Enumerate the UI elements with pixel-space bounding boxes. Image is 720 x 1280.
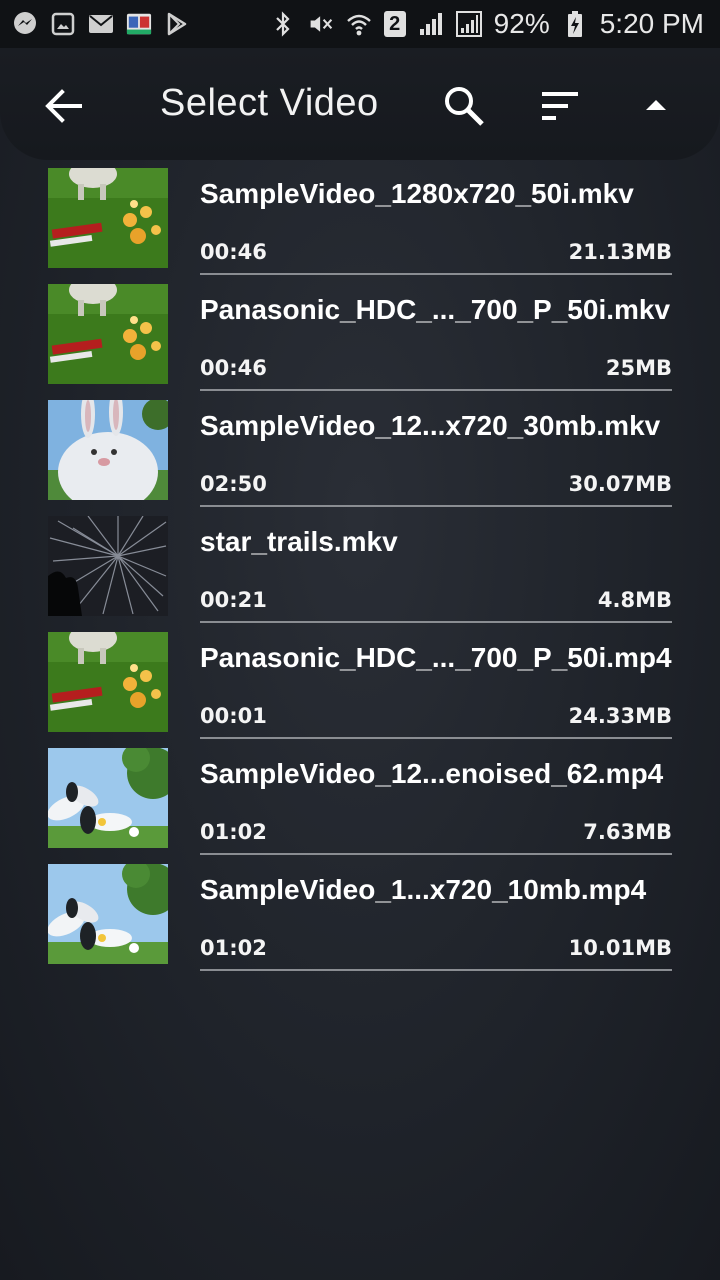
battery-percent: 92% bbox=[493, 8, 550, 39]
video-item[interactable]: SampleVideo_12...x720_30mb.mkv 02:50 30.… bbox=[0, 396, 720, 512]
video-item[interactable]: Panasonic_HDC_..._700_P_50i.mp4 00:01 24… bbox=[0, 628, 720, 744]
video-duration: 02:50 bbox=[200, 472, 267, 496]
video-thumbnail bbox=[48, 284, 168, 384]
mute-icon bbox=[308, 11, 334, 37]
status-bar: 2 92% 5:20 PM bbox=[0, 0, 720, 48]
video-duration: 01:02 bbox=[200, 936, 267, 960]
messenger-icon bbox=[12, 11, 38, 37]
collapse-icon bbox=[646, 100, 666, 110]
video-thumbnail bbox=[48, 864, 168, 964]
video-name: SampleVideo_12...x720_30mb.mkv bbox=[200, 410, 661, 441]
search-icon bbox=[445, 87, 484, 126]
back-arrow-icon bbox=[45, 89, 82, 123]
sim-number: 2 bbox=[389, 12, 401, 35]
play-store-icon bbox=[164, 11, 190, 37]
clock: 5:20 PM bbox=[599, 8, 704, 39]
video-size: 24.33MB bbox=[568, 704, 672, 728]
divider bbox=[200, 505, 672, 507]
search-button[interactable] bbox=[440, 82, 488, 130]
battery-charging-icon bbox=[562, 11, 588, 37]
video-name: Panasonic_HDC_..._700_P_50i.mp4 bbox=[200, 642, 672, 673]
page-title: Select Video bbox=[160, 82, 379, 124]
divider bbox=[200, 737, 672, 739]
system-icons: 2 92% 5:20 PM bbox=[270, 8, 704, 40]
video-size: 4.8MB bbox=[597, 588, 672, 612]
video-item[interactable]: star_trails.mkv 00:21 4.8MB bbox=[0, 512, 720, 628]
divider bbox=[200, 853, 672, 855]
gallery-icon bbox=[50, 11, 76, 37]
video-name: Panasonic_HDC_..._700_P_50i.mkv bbox=[200, 294, 671, 325]
divider bbox=[200, 621, 672, 623]
video-item[interactable]: SampleVideo_12...enoised_62.mp4 01:02 7.… bbox=[0, 744, 720, 860]
email-icon bbox=[88, 11, 114, 37]
calendar-app-icon bbox=[126, 11, 152, 37]
sim-icon: 2 bbox=[383, 11, 406, 37]
video-thumbnail bbox=[48, 400, 168, 500]
bluetooth-icon bbox=[270, 11, 296, 37]
wifi-icon bbox=[346, 11, 372, 37]
video-size: 21.13MB bbox=[568, 240, 672, 264]
video-item[interactable]: SampleVideo_1...x720_10mb.mp4 01:02 10.0… bbox=[0, 860, 720, 976]
video-name: star_trails.mkv bbox=[200, 526, 398, 557]
sort-icon bbox=[542, 92, 578, 120]
video-list: SampleVideo_1280x720_50i.mkv 00:46 21.13… bbox=[0, 164, 720, 976]
app-header: Select Video bbox=[0, 48, 720, 160]
video-size: 7.63MB bbox=[583, 820, 672, 844]
video-name: SampleVideo_12...enoised_62.mp4 bbox=[200, 758, 664, 789]
video-item[interactable]: Panasonic_HDC_..._700_P_50i.mkv 00:46 25… bbox=[0, 280, 720, 396]
video-thumbnail bbox=[48, 748, 168, 848]
signal-icon bbox=[418, 11, 444, 37]
divider bbox=[200, 969, 672, 971]
video-duration: 00:01 bbox=[200, 704, 267, 728]
video-item[interactable]: SampleVideo_1280x720_50i.mkv 00:46 21.13… bbox=[0, 164, 720, 280]
sort-button[interactable] bbox=[536, 84, 584, 128]
video-size: 30.07MB bbox=[568, 472, 672, 496]
notification-icons bbox=[12, 11, 190, 37]
video-thumbnail bbox=[48, 168, 168, 268]
video-duration: 00:21 bbox=[200, 588, 267, 612]
divider bbox=[200, 389, 672, 391]
video-duration: 00:46 bbox=[200, 356, 267, 380]
back-button[interactable] bbox=[40, 84, 88, 128]
video-name: SampleVideo_1280x720_50i.mkv bbox=[200, 178, 634, 209]
signal-icon bbox=[455, 11, 482, 37]
video-duration: 00:46 bbox=[200, 240, 267, 264]
video-size: 25MB bbox=[605, 356, 672, 380]
video-thumbnail bbox=[48, 632, 168, 732]
video-size: 10.01MB bbox=[568, 936, 672, 960]
video-duration: 01:02 bbox=[200, 820, 267, 844]
divider bbox=[200, 273, 672, 275]
collapse-button[interactable] bbox=[636, 84, 676, 124]
video-thumbnail bbox=[48, 516, 168, 616]
video-name: SampleVideo_1...x720_10mb.mp4 bbox=[200, 874, 647, 905]
